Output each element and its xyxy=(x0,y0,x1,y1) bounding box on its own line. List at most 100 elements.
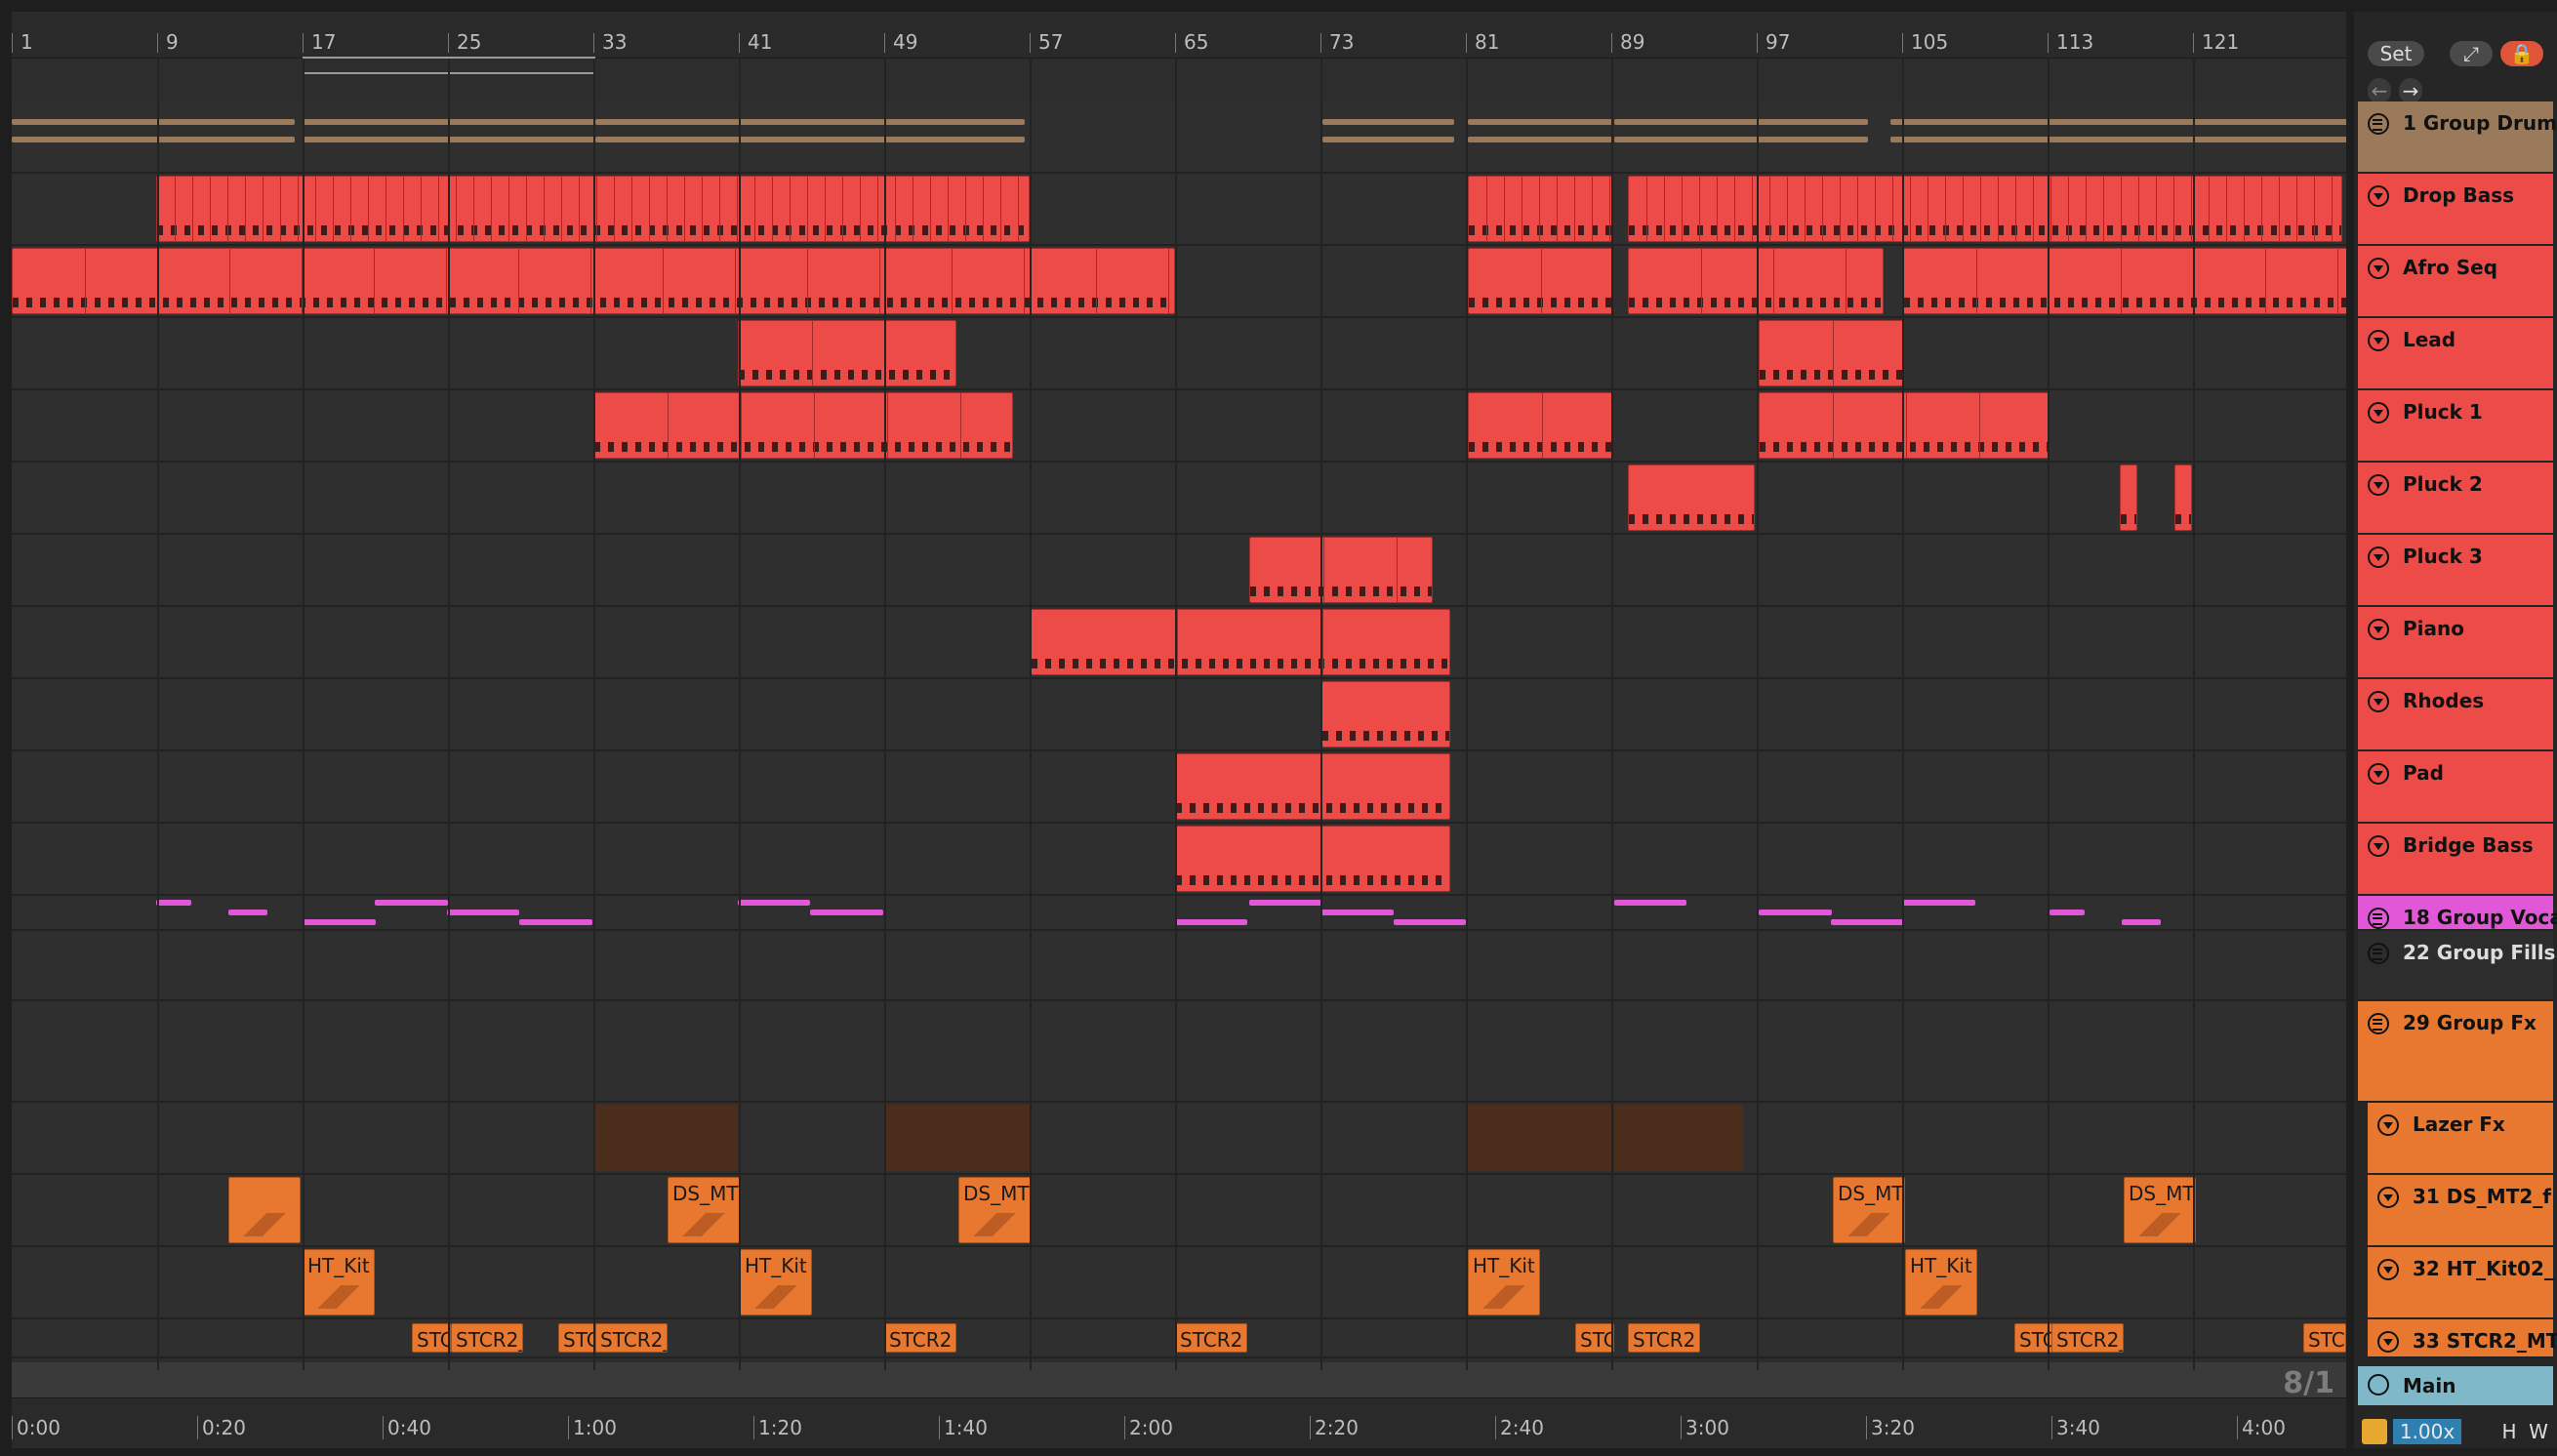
arrow-left-icon[interactable]: ← xyxy=(2368,78,2391,103)
ht-kit-clip[interactable]: HT_Kit xyxy=(1468,1249,1540,1315)
pad-clip[interactable] xyxy=(1175,753,1450,820)
track-fold-icon[interactable] xyxy=(2368,546,2389,568)
vocal-clip[interactable] xyxy=(1394,919,1466,925)
ht-kit-clip[interactable]: HT_Kit xyxy=(1905,1249,1977,1315)
afro-seq-clip[interactable] xyxy=(1628,248,1884,314)
piano-clip[interactable] xyxy=(1031,609,1450,675)
track-header[interactable]: Pluck 1 xyxy=(2358,390,2553,463)
track-header[interactable]: Afro Seq xyxy=(2358,246,2553,318)
pluck-1-clip[interactable] xyxy=(1759,392,2050,459)
ds-mt-clip[interactable]: DS_MT xyxy=(1833,1177,1905,1243)
lazer-fx-clip[interactable] xyxy=(1466,1105,1612,1171)
drop-bass-clip[interactable] xyxy=(1468,176,1613,242)
bar-ruler[interactable]: 1 9 17 25 33 41 49 57 65 73 81 89 97 105 113 121 xyxy=(12,12,2346,59)
track-fold-icon[interactable] xyxy=(2377,1259,2399,1280)
stcr2-clip[interactable]: STCR2 xyxy=(1628,1323,1700,1353)
lead-clip[interactable] xyxy=(1759,320,1904,386)
h-button[interactable]: H xyxy=(2496,1419,2522,1444)
group-fold-icon[interactable] xyxy=(2368,113,2389,135)
drop-bass-clip[interactable] xyxy=(1628,176,2342,242)
ds-mt-clip[interactable]: DS_MT xyxy=(668,1177,740,1243)
vocal-clip[interactable] xyxy=(228,910,267,915)
group-fold-icon[interactable] xyxy=(2368,1013,2389,1034)
w-button[interactable]: W xyxy=(2526,1419,2551,1444)
track-header[interactable]: 1 Group Drums xyxy=(2358,101,2557,174)
pluck-2-clip[interactable] xyxy=(1628,465,1755,531)
zoom-value[interactable]: 1.00x xyxy=(2393,1419,2461,1444)
lock-icon[interactable]: 🔒 xyxy=(2500,41,2543,66)
track-fold-icon[interactable] xyxy=(2377,1114,2399,1136)
lazer-fx-clip[interactable] xyxy=(884,1105,1031,1171)
track-fold-icon[interactable] xyxy=(2368,185,2389,207)
track-fold-icon[interactable] xyxy=(2368,258,2389,279)
track-header[interactable]: 29 Group Fx xyxy=(2358,1001,2553,1103)
drum-clip[interactable] xyxy=(1468,119,1613,125)
vocal-clip[interactable] xyxy=(1759,910,1832,915)
track-lane[interactable] xyxy=(12,1175,2346,1247)
vocal-clip[interactable] xyxy=(1614,900,1686,906)
stcr2-clip[interactable]: STCR2_ xyxy=(451,1323,523,1353)
track-header[interactable]: Drop Bass xyxy=(2358,174,2553,246)
vocal-clip[interactable] xyxy=(1249,900,1321,906)
stcr2-clip[interactable]: STC xyxy=(2303,1323,2346,1353)
drum-clip[interactable] xyxy=(595,119,1025,125)
track-fold-icon[interactable] xyxy=(2377,1331,2399,1353)
play-icon[interactable] xyxy=(2368,1374,2389,1395)
track-fold-icon[interactable] xyxy=(2368,474,2389,496)
track-header[interactable]: Lazer Fx xyxy=(2368,1103,2553,1175)
track-lane[interactable] xyxy=(12,463,2346,535)
pluck-2-clip[interactable] xyxy=(2120,465,2137,531)
track-fold-icon[interactable] xyxy=(2368,330,2389,351)
stcr2-clip[interactable]: STCR2 xyxy=(884,1323,956,1353)
ht-kit-clip[interactable]: HT_Kit xyxy=(303,1249,375,1315)
stcr2-clip[interactable]: STC xyxy=(412,1323,451,1353)
track-lane[interactable] xyxy=(12,896,2346,931)
track-lane[interactable] xyxy=(12,535,2346,607)
group-fold-icon[interactable] xyxy=(2368,943,2389,964)
stcr2-clip[interactable]: STCR2_ xyxy=(2051,1323,2124,1353)
vocal-clip[interactable] xyxy=(1321,910,1394,915)
track-header[interactable]: Pluck 3 xyxy=(2358,535,2553,607)
stcr2-clip[interactable]: STC xyxy=(558,1323,597,1353)
track-lane[interactable] xyxy=(12,679,2346,751)
scroll-bar[interactable] xyxy=(12,1362,2346,1397)
track-fold-icon[interactable] xyxy=(2368,835,2389,857)
arrangement-view[interactable]: 1 9 17 25 33 41 49 57 65 73 81 89 97 105 113 121 DS_MT D… xyxy=(12,12,2346,1448)
vocal-clip[interactable] xyxy=(810,910,883,915)
drum-clip[interactable] xyxy=(1468,137,1613,142)
lead-clip[interactable] xyxy=(738,320,956,386)
track-header[interactable]: 18 Group Vocal xyxy=(2358,896,2557,931)
ht-kit-clip[interactable]: HT_Kit xyxy=(740,1249,812,1315)
afro-seq-clip[interactable] xyxy=(1903,248,2346,314)
stcr2-clip[interactable]: STCR2_ xyxy=(595,1323,668,1353)
set-button[interactable]: Set xyxy=(2368,41,2424,66)
pluck-1-clip[interactable] xyxy=(593,392,1013,459)
drum-clip[interactable] xyxy=(1614,119,1868,125)
track-lane[interactable] xyxy=(12,1103,2346,1175)
rhodes-clip[interactable] xyxy=(1321,681,1450,748)
track-header[interactable]: 32 HT_Kit02_ xyxy=(2368,1247,2554,1319)
time-ruler[interactable]: 0:00 0:20 0:40 1:00 1:20 1:40 2:00 2:20 2:40 3:00… xyxy=(12,1397,2346,1448)
vocal-clip[interactable] xyxy=(447,910,519,915)
track-lane[interactable] xyxy=(12,931,2346,1001)
pluck-2-clip[interactable] xyxy=(2174,465,2192,531)
vocal-clip[interactable] xyxy=(2122,919,2161,925)
track-header[interactable]: 22 Group Fills xyxy=(2358,931,2555,1001)
waveform-icon[interactable] xyxy=(2362,1419,2387,1444)
track-header[interactable]: Lead xyxy=(2358,318,2553,390)
track-fold-icon[interactable] xyxy=(2368,691,2389,712)
vocal-clip[interactable] xyxy=(1831,919,1904,925)
drum-clip[interactable] xyxy=(1890,119,2346,125)
drum-clip[interactable] xyxy=(12,119,295,125)
vocal-clip[interactable] xyxy=(1175,919,1247,925)
stcr2-clip[interactable]: STCR2 xyxy=(1175,1323,1247,1353)
lazer-fx-clip[interactable] xyxy=(1614,1105,1743,1171)
vocal-clip[interactable] xyxy=(156,900,191,906)
track-fold-icon[interactable] xyxy=(2377,1187,2399,1208)
ds-mt-clip[interactable]: DS_MT xyxy=(2124,1177,2196,1243)
bridge-bass-clip[interactable] xyxy=(1175,826,1450,892)
expand-icon[interactable]: ⤢ xyxy=(2450,41,2493,66)
ds-mt-clip[interactable]: DS_MT xyxy=(958,1177,1031,1243)
track-header[interactable]: 33 STCR2_MT xyxy=(2368,1319,2557,1358)
pluck-1-clip[interactable] xyxy=(1468,392,1613,459)
